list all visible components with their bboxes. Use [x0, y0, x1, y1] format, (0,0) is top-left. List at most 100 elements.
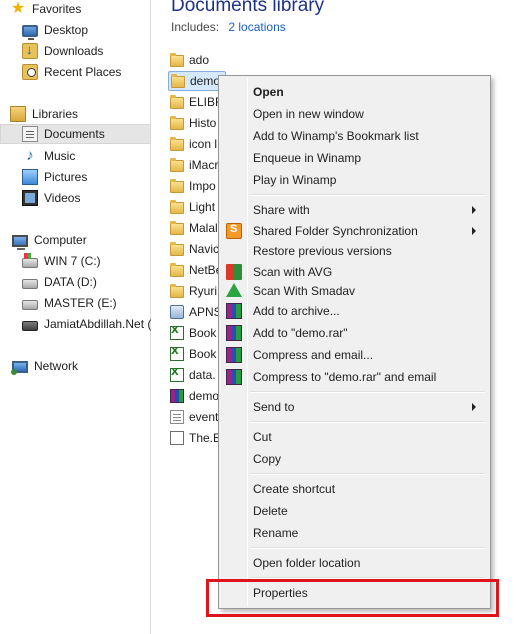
nav-desktop[interactable]: Desktop [22, 20, 88, 40]
locations-link[interactable]: 2 locations [228, 20, 285, 34]
nav-drive-e[interactable]: MASTER (E:) [22, 293, 117, 313]
submenu-arrow-icon [472, 403, 476, 411]
file-name: The.E [189, 431, 222, 445]
menu-item-label: Delete [253, 504, 288, 518]
menu-item-cut[interactable]: Cut [221, 427, 488, 447]
nav-documents[interactable]: Documents [0, 124, 151, 144]
windows-drive-icon [22, 252, 38, 268]
music-icon: ♪ [26, 147, 34, 164]
file-name: APNS [189, 305, 222, 319]
menu-item-open-new-window[interactable]: Open in new window [221, 104, 488, 124]
menu-separator [250, 421, 485, 423]
nav-libraries-label: Libraries [32, 107, 79, 121]
menu-item-add-winamp-bookmark[interactable]: Add to Winamp's Bookmark list [221, 126, 488, 146]
folder-icon [170, 52, 184, 67]
folder-icon [170, 157, 184, 172]
nav-videos[interactable]: Videos [22, 188, 80, 208]
file-name: Light [189, 200, 216, 214]
menu-item-label: Add to "demo.rar" [253, 326, 348, 340]
file-name: Navic [189, 242, 220, 256]
menu-item-label: Send to [253, 400, 295, 414]
menu-item-label: Cut [253, 430, 272, 444]
file-name: event [189, 410, 219, 424]
menu-item-send-to[interactable]: Send to [221, 397, 488, 417]
winrar-icon [226, 347, 242, 363]
nav-drive-d[interactable]: DATA (D:) [22, 272, 97, 292]
file-name: Book [189, 347, 217, 361]
pictures-icon [22, 169, 38, 185]
menu-item-rename[interactable]: Rename [221, 523, 488, 543]
menu-item-label: Play in Winamp [253, 173, 337, 187]
network-icon [11, 361, 28, 375]
menu-item-compress-demo-rar-email[interactable]: Compress to "demo.rar" and email [221, 367, 488, 387]
menu-item-label: Create shortcut [253, 482, 336, 496]
drive-icon [22, 278, 38, 289]
menu-item-enqueue-winamp[interactable]: Enqueue in Winamp [221, 148, 488, 168]
nav-network-label: Network [34, 359, 79, 373]
menu-item-play-winamp[interactable]: Play in Winamp [221, 170, 488, 190]
nav-network-drive[interactable]: JamiatAbdillah.Net ( [22, 314, 151, 334]
file-name: demo [190, 74, 221, 88]
folder-icon [170, 199, 184, 214]
nav-libraries[interactable]: Libraries [10, 104, 78, 124]
menu-item-label: Add to Winamp's Bookmark list [253, 129, 419, 143]
nav-downloads[interactable]: Downloads [22, 41, 103, 61]
menu-item-label: Open folder location [253, 556, 361, 570]
computer-icon [12, 234, 28, 250]
menu-item-label: Compress to "demo.rar" and email [253, 370, 437, 384]
context-menu: Open Open in new window Add to Winamp's … [218, 75, 491, 609]
menu-item-shared-folder-sync[interactable]: Shared Folder Synchronization [221, 221, 488, 241]
menu-item-copy[interactable]: Copy [221, 449, 488, 469]
menu-item-scan-smadav[interactable]: Scan With Smadav [221, 281, 488, 301]
file-name: iMacr [189, 158, 219, 172]
menu-separator [250, 473, 485, 475]
folder-icon [170, 94, 184, 109]
file-name: Histo [189, 116, 217, 130]
desktop-icon [22, 25, 38, 40]
menu-item-delete[interactable]: Delete [221, 501, 488, 521]
menu-separator [250, 194, 485, 196]
folder-icon [170, 241, 184, 256]
menu-item-open-label: Open [253, 85, 284, 99]
nav-computer[interactable]: Computer [12, 230, 87, 250]
videos-icon [22, 190, 38, 206]
file-list-item[interactable]: ado [168, 50, 248, 70]
folder-icon [170, 115, 184, 130]
file-name: Ryuri [189, 284, 218, 298]
menu-item-compress-email[interactable]: Compress and email... [221, 345, 488, 365]
menu-item-open-folder-location[interactable]: Open folder location [221, 553, 488, 573]
menu-item-label: Add to archive... [253, 304, 340, 318]
nav-drive-d-label: DATA (D:) [44, 275, 97, 289]
properties-highlight-box [206, 579, 499, 617]
nav-drive-c[interactable]: WIN 7 (C:) [22, 251, 101, 271]
menu-item-restore-versions[interactable]: Restore previous versions [221, 241, 488, 261]
menu-item-share-with[interactable]: Share with [221, 200, 488, 220]
nav-network[interactable]: Network [11, 356, 79, 376]
downloads-icon [22, 42, 38, 59]
menu-item-label: Enqueue in Winamp [253, 151, 362, 165]
nav-recent-places[interactable]: Recent Places [22, 62, 121, 82]
sync-icon [226, 223, 242, 239]
menu-item-label: Compress and email... [253, 348, 374, 362]
menu-item-create-shortcut[interactable]: Create shortcut [221, 479, 488, 499]
avg-icon [226, 264, 242, 280]
includes-label: Includes: [171, 20, 220, 34]
libraries-icon [10, 106, 26, 122]
menu-item-open[interactable]: Open [221, 82, 488, 102]
navigation-pane: ★ Favorites Desktop Downloads Recent Pla… [0, 0, 151, 634]
network-drive-icon [22, 320, 38, 331]
menu-item-label: Shared Folder Synchronization [253, 224, 418, 238]
excel-icon [170, 325, 184, 340]
nav-pictures[interactable]: Pictures [22, 167, 87, 187]
document-icon [170, 431, 184, 445]
menu-item-add-archive[interactable]: Add to archive... [221, 301, 488, 321]
folder-icon [170, 262, 184, 277]
nav-music[interactable]: ♪ Music [22, 146, 75, 166]
text-file-icon [170, 410, 184, 424]
menu-item-label: Scan with AVG [253, 265, 333, 279]
apns-icon [170, 305, 184, 319]
nav-documents-label: Documents [44, 127, 105, 141]
nav-favorites[interactable]: ★ Favorites [10, 0, 82, 19]
menu-item-scan-avg[interactable]: Scan with AVG [221, 262, 488, 282]
menu-item-add-demo-rar[interactable]: Add to "demo.rar" [221, 323, 488, 343]
